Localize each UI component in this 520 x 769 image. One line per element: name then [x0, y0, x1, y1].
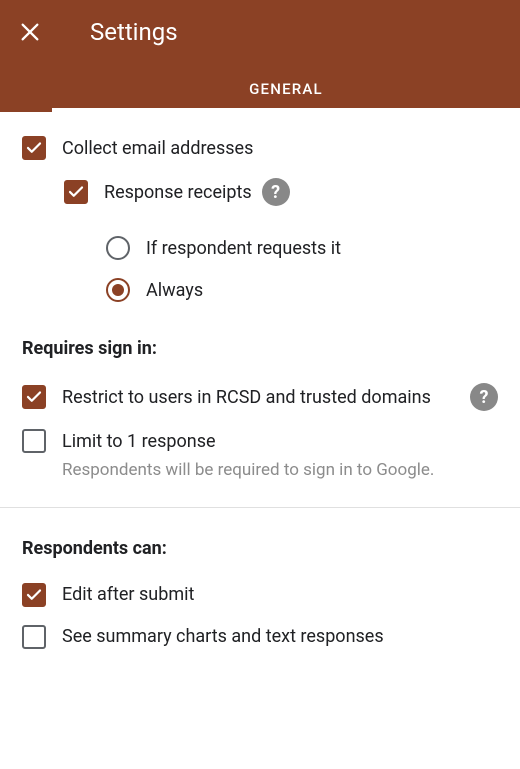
tab-general[interactable]: GENERAL — [52, 66, 520, 112]
limit-response-row: Limit to 1 response — [22, 429, 498, 453]
settings-content: Collect email addresses Response receipt… — [0, 112, 520, 691]
radio-always-label: Always — [146, 280, 498, 301]
limit-response-subtext: Respondents will be required to sign in … — [62, 459, 498, 483]
section-respondents-title: Respondents can: — [22, 538, 498, 559]
check-icon — [25, 139, 43, 157]
help-icon[interactable]: ? — [470, 383, 498, 411]
tab-general-label: GENERAL — [249, 80, 323, 98]
close-button[interactable] — [18, 20, 42, 44]
radio-always-row: Always — [106, 278, 498, 302]
response-receipts-checkbox[interactable] — [64, 180, 88, 204]
close-icon — [19, 21, 41, 43]
radio-if-requests-row: If respondent requests it — [106, 236, 498, 260]
limit-response-checkbox[interactable] — [22, 429, 46, 453]
restrict-users-row: Restrict to users in RCSD and trusted do… — [22, 383, 498, 411]
help-icon[interactable]: ? — [262, 178, 290, 206]
edit-after-submit-label: Edit after submit — [62, 584, 498, 605]
response-receipts-row: Response receipts ? — [64, 178, 498, 206]
check-icon — [67, 183, 85, 201]
collect-email-row: Collect email addresses — [22, 136, 498, 160]
radio-if-requests[interactable] — [106, 236, 130, 260]
settings-header: Settings GENERAL — [0, 0, 520, 112]
check-icon — [25, 586, 43, 604]
collect-email-label: Collect email addresses — [62, 138, 498, 159]
page-title: Settings — [90, 18, 178, 46]
limit-response-label: Limit to 1 response — [62, 431, 498, 452]
check-icon — [25, 388, 43, 406]
restrict-users-checkbox[interactable] — [22, 385, 46, 409]
edit-after-submit-row: Edit after submit — [22, 583, 498, 607]
see-summary-label: See summary charts and text responses — [62, 626, 498, 647]
collect-email-checkbox[interactable] — [22, 136, 46, 160]
response-receipts-label: Response receipts — [104, 182, 252, 203]
section-signin-title: Requires sign in: — [22, 338, 498, 359]
see-summary-row: See summary charts and text responses — [22, 625, 498, 649]
restrict-users-label: Restrict to users in RCSD and trusted do… — [62, 387, 460, 408]
tabs-bar: GENERAL — [0, 66, 520, 112]
section-divider — [0, 507, 520, 508]
edit-after-submit-checkbox[interactable] — [22, 583, 46, 607]
radio-always[interactable] — [106, 278, 130, 302]
radio-if-requests-label: If respondent requests it — [146, 238, 498, 259]
see-summary-checkbox[interactable] — [22, 625, 46, 649]
